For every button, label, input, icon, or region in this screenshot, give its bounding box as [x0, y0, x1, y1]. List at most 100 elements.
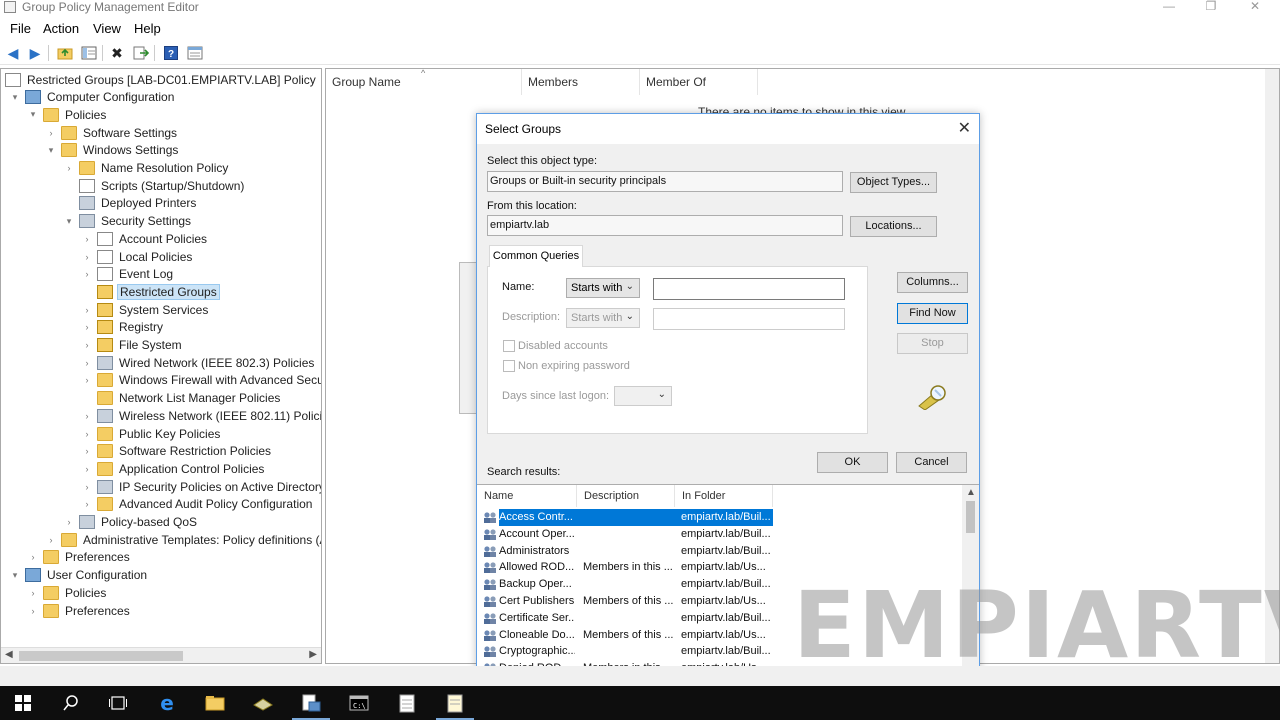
menu-action[interactable]: Action: [43, 21, 79, 36]
ok-button[interactable]: OK: [817, 452, 888, 473]
tree-item[interactable]: › Software Settings: [45, 124, 179, 141]
find-now-button[interactable]: Find Now: [897, 303, 968, 324]
column-member-of[interactable]: Member Of: [640, 69, 758, 95]
help-icon[interactable]: ?: [162, 44, 180, 62]
expand-arrow-icon[interactable]: ›: [27, 587, 39, 599]
tree-item[interactable]: › Administrative Templates: Policy defini…: [45, 531, 321, 548]
expand-arrow-icon[interactable]: ›: [81, 374, 93, 386]
group-policy-editor-icon[interactable]: [432, 686, 478, 720]
tree-item[interactable]: Scripts (Startup/Shutdown): [63, 177, 246, 194]
expand-arrow-icon[interactable]: ›: [63, 162, 75, 174]
server-manager-icon[interactable]: [240, 686, 286, 720]
collapse-arrow-icon[interactable]: ▾: [9, 569, 21, 581]
notepad-icon[interactable]: [384, 686, 430, 720]
task-view-icon[interactable]: [95, 686, 141, 720]
tree-item[interactable]: › Windows Firewall with Advanced Securi: [81, 372, 321, 389]
tree-item[interactable]: › File System: [81, 337, 184, 354]
columns-button[interactable]: Columns...: [897, 272, 968, 293]
edge-browser-icon[interactable]: e: [144, 686, 190, 720]
gpmc-icon[interactable]: [288, 686, 334, 720]
menu-file[interactable]: File: [10, 21, 31, 36]
tree-item[interactable]: › Application Control Policies: [81, 460, 266, 477]
expand-arrow-icon[interactable]: ›: [81, 410, 93, 422]
tree-item[interactable]: › Wireless Network (IEEE 802.11) Policies: [81, 407, 321, 424]
collapse-arrow-icon[interactable]: ▾: [63, 215, 75, 227]
collapse-arrow-icon[interactable]: ▾: [45, 144, 57, 156]
tree-item[interactable]: Restricted Groups [LAB-DC01.EMPIARTV.LAB…: [5, 71, 318, 88]
tree-item[interactable]: › Software Restriction Policies: [81, 443, 273, 460]
tree-item[interactable]: › Registry: [81, 319, 165, 336]
collapse-arrow-icon[interactable]: ▾: [9, 91, 21, 103]
tree-item[interactable]: ▾ User Configuration: [9, 567, 149, 584]
restore-button[interactable]: ❐: [1188, 0, 1234, 16]
tree-item[interactable]: › Policies: [27, 584, 108, 601]
search-icon[interactable]: [48, 686, 94, 720]
expand-arrow-icon[interactable]: ›: [81, 445, 93, 457]
show-hide-tree-icon[interactable]: [80, 44, 98, 62]
tree-item[interactable]: Deployed Printers: [63, 195, 198, 212]
expand-arrow-icon[interactable]: ›: [81, 251, 93, 263]
result-row[interactable]: Account Oper... empiartv.lab/Buil...: [481, 526, 971, 543]
properties-icon[interactable]: [186, 44, 204, 62]
close-window-button[interactable]: ✕: [1232, 0, 1278, 16]
forward-icon[interactable]: ▶: [26, 44, 44, 62]
tree-item[interactable]: › Wired Network (IEEE 802.3) Policies: [81, 354, 316, 371]
expand-arrow-icon[interactable]: ›: [81, 233, 93, 245]
dialog-close-icon[interactable]: ✕: [958, 118, 971, 138]
up-folder-icon[interactable]: [56, 44, 74, 62]
command-prompt-icon[interactable]: C:\: [336, 686, 382, 720]
expand-arrow-icon[interactable]: ›: [81, 339, 93, 351]
export-list-icon[interactable]: [132, 44, 150, 62]
tree-item[interactable]: ▾ Computer Configuration: [9, 89, 176, 106]
expand-arrow-icon[interactable]: ›: [45, 127, 57, 139]
delete-icon[interactable]: ✖: [108, 44, 126, 62]
column-members[interactable]: Members: [522, 69, 640, 95]
result-row[interactable]: Access Contr... empiartv.lab/Buil...: [481, 509, 971, 526]
expand-arrow-icon[interactable]: ›: [81, 268, 93, 280]
results-column-description[interactable]: Description: [577, 485, 675, 507]
tree-item[interactable]: › IP Security Policies on Active Director…: [81, 478, 321, 495]
locations-button[interactable]: Locations...: [850, 216, 937, 237]
tree-item[interactable]: Network List Manager Policies: [81, 390, 282, 407]
tree-item[interactable]: › Policy-based QoS: [63, 514, 199, 531]
file-explorer-icon[interactable]: [192, 686, 238, 720]
name-input[interactable]: [653, 278, 845, 300]
expand-arrow-icon[interactable]: ›: [81, 357, 93, 369]
tree-item[interactable]: ▾ Security Settings: [63, 213, 193, 230]
tab-common-queries[interactable]: Common Queries: [489, 245, 583, 267]
tree-item[interactable]: › Preferences: [27, 602, 132, 619]
collapse-arrow-icon[interactable]: ▾: [27, 109, 39, 121]
menu-view[interactable]: View: [93, 21, 121, 36]
expand-arrow-icon[interactable]: ›: [27, 551, 39, 563]
expand-arrow-icon[interactable]: ›: [81, 428, 93, 440]
tree-item[interactable]: ▾ Windows Settings: [45, 142, 180, 159]
tree-item[interactable]: › Preferences: [27, 549, 132, 566]
expand-arrow-icon[interactable]: ›: [81, 321, 93, 333]
minimize-button[interactable]: —: [1146, 0, 1192, 16]
tree-item[interactable]: › System Services: [81, 301, 210, 318]
tree-item[interactable]: › Public Key Policies: [81, 425, 222, 442]
tree-item[interactable]: ▾ Policies: [27, 106, 108, 123]
expand-arrow-icon[interactable]: ›: [45, 534, 57, 546]
expand-arrow-icon[interactable]: ›: [27, 605, 39, 617]
start-windows-icon[interactable]: [0, 686, 46, 720]
name-filter-select[interactable]: Starts with ⌄: [566, 278, 640, 298]
tree-item[interactable]: › Name Resolution Policy: [63, 160, 230, 177]
expand-arrow-icon[interactable]: ›: [63, 516, 75, 528]
cancel-button[interactable]: Cancel: [896, 452, 967, 473]
results-column-in-folder[interactable]: In Folder: [675, 485, 773, 507]
tree-item[interactable]: › Advanced Audit Policy Configuration: [81, 496, 314, 513]
result-row[interactable]: Administrators empiartv.lab/Buil...: [481, 543, 971, 560]
results-column-name[interactable]: Name: [477, 485, 577, 507]
tree-item[interactable]: › Event Log: [81, 266, 175, 283]
menu-help[interactable]: Help: [134, 21, 161, 36]
console-tree[interactable]: ◀ ▶ Restricted Groups [LAB-DC01.EMPIARTV…: [0, 68, 322, 664]
tree-item[interactable]: Restricted Groups: [81, 283, 220, 300]
expand-arrow-icon[interactable]: ›: [81, 304, 93, 316]
expand-arrow-icon[interactable]: ›: [81, 481, 93, 493]
object-types-button[interactable]: Object Types...: [850, 172, 937, 193]
back-icon[interactable]: ◀: [4, 44, 22, 62]
tree-item[interactable]: › Local Policies: [81, 248, 194, 265]
tree-item[interactable]: › Account Policies: [81, 230, 209, 247]
expand-arrow-icon[interactable]: ›: [81, 463, 93, 475]
